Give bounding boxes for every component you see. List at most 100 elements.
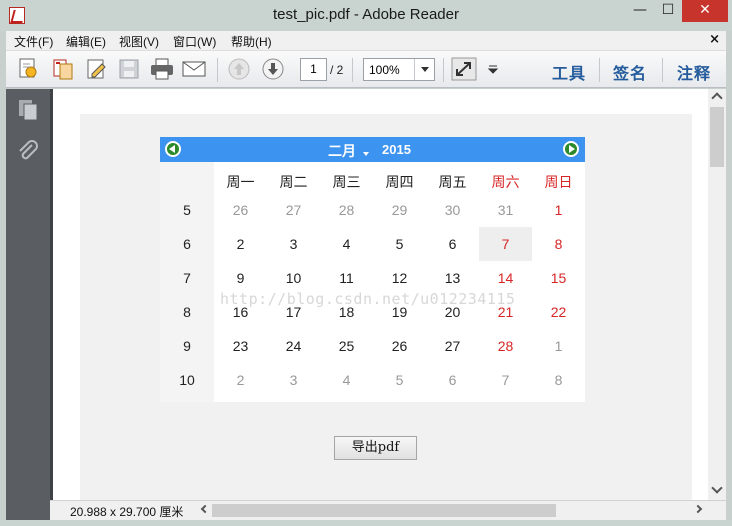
tools-link[interactable]: 工具 (552, 60, 586, 84)
comment-link[interactable]: 注释 (677, 60, 711, 84)
calendar-day[interactable]: 15 (532, 261, 585, 295)
page-size-unit: 厘米 (159, 505, 184, 519)
document-close-button[interactable]: × (709, 32, 720, 47)
week-number: 10 (179, 372, 195, 388)
page-number-input[interactable]: 1 (300, 58, 327, 81)
pdf-page: 二月 2015 周一 周二 周三 周四 周五 周六 周日 5 26 27 28 29 30 31 1 6 2 3 4… (80, 114, 692, 500)
toolbar-separator (217, 58, 218, 82)
next-page-icon[interactable] (260, 57, 286, 81)
calendar-day[interactable]: 23 (214, 329, 267, 363)
calendar-day[interactable]: 4 (320, 227, 373, 261)
page-size-value: 20.988 x 29.700 (70, 505, 157, 519)
calendar-day[interactable]: 3 (267, 227, 320, 261)
calendar-day[interactable]: 7 (479, 227, 532, 261)
fullscreen-icon[interactable] (451, 57, 477, 81)
calendar-day[interactable]: 2 (214, 227, 267, 261)
next-month-icon[interactable] (563, 141, 579, 157)
status-bar: 20.988 x 29.700 厘米 (50, 500, 726, 520)
calendar-day[interactable]: 22 (532, 295, 585, 329)
calendar-day[interactable]: 6 (426, 363, 479, 397)
chevron-down-icon[interactable] (414, 59, 434, 80)
calendar-day[interactable]: 26 (373, 329, 426, 363)
week-number: 5 (183, 202, 191, 218)
save-icon[interactable] (116, 57, 142, 81)
calendar-month[interactable]: 二月 (328, 141, 356, 161)
calendar-day[interactable]: 1 (532, 329, 585, 363)
calendar-day[interactable]: 8 (532, 227, 585, 261)
toolbar-separator (443, 58, 444, 82)
document-area[interactable]: 二月 2015 周一 周二 周三 周四 周五 周六 周日 5 26 27 28 29 30 31 1 6 2 3 4… (50, 89, 708, 500)
menu-window[interactable]: 窗口(W) (173, 33, 216, 50)
zoom-select[interactable]: 100% (363, 58, 435, 81)
calendar-day[interactable]: 28 (320, 193, 373, 227)
toolbar-separator (599, 58, 600, 82)
attachments-icon[interactable] (16, 139, 40, 163)
calendar-day[interactable]: 30 (426, 193, 479, 227)
toolbar-separator (662, 58, 663, 82)
horizontal-scroll-thumb[interactable] (212, 504, 556, 517)
calendar-day[interactable]: 25 (320, 329, 373, 363)
combine-pdf-icon[interactable] (50, 57, 76, 81)
calendar-day[interactable]: 29 (373, 193, 426, 227)
weekday-header: 周五 (438, 175, 467, 191)
week-number: 6 (183, 236, 191, 252)
calendar-day[interactable]: 28 (479, 329, 532, 363)
title-bar: test_pic.pdf - Adobe Reader — ☐ ✕ (0, 0, 732, 31)
scroll-down-icon[interactable] (711, 482, 723, 494)
weekday-header: 周四 (385, 175, 414, 191)
vertical-scroll-thumb[interactable] (710, 107, 724, 167)
toolbar: 1 / 2 100% 工具 签名 注释 (6, 51, 726, 88)
email-icon[interactable] (181, 57, 207, 81)
weekday-header: 周一 (226, 175, 255, 191)
weekday-header: 周日 (544, 175, 573, 191)
navigation-panel (6, 89, 50, 526)
calendar-day[interactable]: 5 (373, 363, 426, 397)
calendar-header: 二月 2015 (160, 137, 585, 162)
close-button[interactable]: ✕ (682, 0, 728, 22)
week-number: 8 (183, 304, 191, 320)
prev-month-icon[interactable] (165, 141, 181, 157)
week-number: 9 (183, 338, 191, 354)
previous-page-icon[interactable] (226, 57, 252, 81)
window-frame (0, 520, 732, 526)
weekday-header: 周六 (491, 175, 520, 191)
scroll-up-icon[interactable] (711, 92, 723, 104)
calendar-day[interactable]: 27 (267, 193, 320, 227)
chevron-down-icon[interactable] (363, 152, 369, 156)
calendar-day[interactable]: 3 (267, 363, 320, 397)
toolbar-options-icon[interactable] (484, 57, 510, 81)
print-icon[interactable] (149, 57, 175, 81)
calendar-year[interactable]: 2015 (382, 142, 411, 157)
calendar-day[interactable]: 26 (214, 193, 267, 227)
toolbar-separator (352, 58, 353, 82)
calendar-day[interactable]: 5 (373, 227, 426, 261)
create-pdf-icon[interactable] (15, 57, 41, 81)
calendar-day[interactable]: 24 (267, 329, 320, 363)
vertical-scrollbar[interactable] (708, 89, 726, 500)
calendar-day[interactable]: 8 (532, 363, 585, 397)
weekday-header: 周二 (279, 175, 308, 191)
calendar: 二月 2015 周一 周二 周三 周四 周五 周六 周日 5 26 27 28 29 30 31 1 6 2 3 4… (160, 137, 585, 402)
edit-pdf-icon[interactable] (84, 57, 110, 81)
export-pdf-button[interactable]: 导出pdf (334, 436, 417, 460)
window-title: test_pic.pdf - Adobe Reader (273, 6, 459, 23)
menu-view[interactable]: 视图(V) (119, 33, 159, 50)
menu-help[interactable]: 帮助(H) (231, 33, 272, 50)
watermark-text: http://blog.csdn.net/u012234115 (220, 290, 516, 308)
zoom-value: 100% (369, 63, 400, 77)
maximize-button[interactable]: ☐ (654, 0, 682, 22)
calendar-day[interactable]: 31 (479, 193, 532, 227)
calendar-day[interactable]: 2 (214, 363, 267, 397)
scroll-left-icon[interactable] (200, 504, 210, 514)
menu-file[interactable]: 文件(F) (14, 33, 53, 50)
menu-edit[interactable]: 编辑(E) (66, 33, 106, 50)
minimize-button[interactable]: — (626, 0, 654, 22)
page-thumbnails-icon[interactable] (16, 98, 40, 122)
calendar-day[interactable]: 6 (426, 227, 479, 261)
calendar-day[interactable]: 7 (479, 363, 532, 397)
calendar-day[interactable]: 27 (426, 329, 479, 363)
calendar-day[interactable]: 4 (320, 363, 373, 397)
calendar-day[interactable]: 1 (532, 193, 585, 227)
scroll-right-icon[interactable] (693, 504, 703, 514)
sign-link[interactable]: 签名 (613, 60, 647, 84)
